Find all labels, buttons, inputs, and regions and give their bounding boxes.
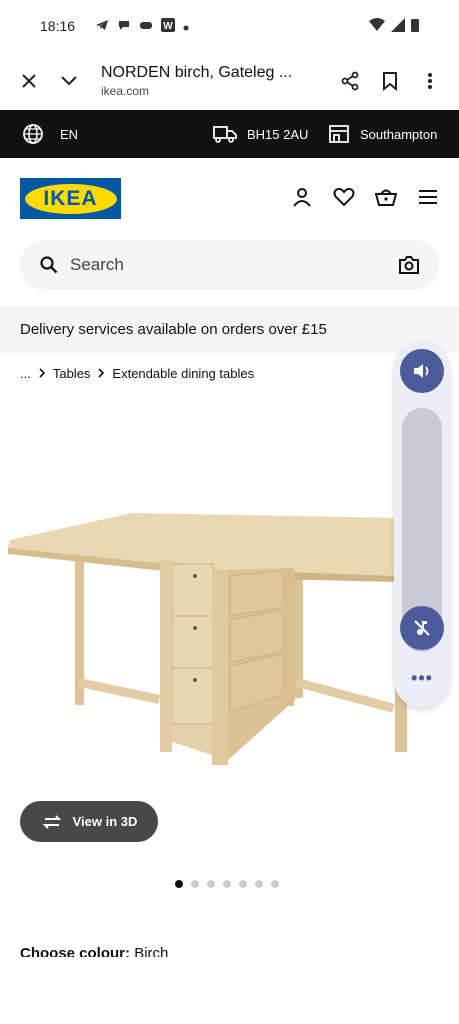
store-icon	[329, 125, 349, 143]
bookmark-button[interactable]	[370, 61, 410, 101]
carousel-dot[interactable]	[207, 880, 215, 888]
carousel-dot[interactable]	[255, 880, 263, 888]
volume-speaker-icon	[414, 364, 429, 378]
w-app-icon: W	[161, 17, 176, 35]
ikea-logo[interactable]: IKEA	[20, 178, 121, 219]
carousel-dot[interactable]	[175, 880, 183, 888]
globe-icon	[23, 124, 43, 144]
user-icon	[293, 188, 311, 207]
postcode-label: BH15 2AU	[247, 126, 309, 142]
favourites-button[interactable]	[333, 186, 355, 208]
basket-button[interactable]	[375, 186, 397, 208]
signal-icon	[391, 17, 405, 35]
heart-icon	[333, 187, 355, 207]
status-bar: 18:16 W	[0, 0, 459, 52]
close-tab-button[interactable]	[9, 61, 49, 101]
page-host: ikea.com	[101, 84, 150, 98]
colour-value: Birch	[134, 945, 169, 957]
breadcrumb-item-extendable[interactable]: Extendable dining tables	[112, 366, 254, 381]
status-time: 18:16	[40, 18, 76, 34]
menu-button[interactable]	[417, 186, 439, 208]
carousel-dot[interactable]	[239, 880, 247, 888]
minimize-button[interactable]	[49, 61, 89, 101]
carousel-dot[interactable]	[191, 880, 199, 888]
image-carousel-dots	[175, 880, 279, 888]
page-title: NORDEN birch, Gateleg ...	[101, 64, 293, 81]
hamburger-icon	[419, 190, 437, 204]
chevron-right-icon	[39, 366, 45, 381]
chevron-right-icon	[98, 366, 105, 381]
colour-label: Choose colour:	[20, 945, 131, 957]
ring-mode-button[interactable]	[400, 349, 444, 393]
battery-icon	[411, 18, 419, 35]
chevron-down-icon	[61, 76, 77, 86]
store-label: Southampton	[360, 126, 438, 142]
status-left: 18:16 W	[40, 17, 189, 35]
share-button[interactable]	[330, 61, 370, 101]
search-bar[interactable]: Search	[20, 240, 439, 290]
delivery-truck-icon	[213, 126, 237, 143]
account-button[interactable]	[291, 186, 313, 208]
browser-toolbar: NORDEN birch, Gateleg ... ikea.com	[0, 52, 459, 110]
choose-colour-row[interactable]: Choose colour: Birch	[20, 945, 320, 957]
more-vertical-icon	[428, 73, 432, 89]
breadcrumb-item-tables[interactable]: Tables	[53, 366, 91, 381]
game-icon	[139, 18, 153, 35]
share-icon	[341, 71, 359, 91]
view-in-3d-label: View in 3D	[72, 814, 138, 829]
breadcrumb-ellipsis[interactable]: ...	[20, 366, 31, 381]
chat-icon	[117, 18, 131, 35]
notification-dot-icon	[183, 18, 189, 34]
search-input[interactable]: Search	[70, 255, 399, 275]
postcode-selector[interactable]: BH15 2AU	[213, 125, 308, 143]
delivery-text: Delivery services available on orders ov…	[20, 321, 327, 338]
bookmark-icon	[383, 72, 397, 91]
logo-text: IKEA	[43, 186, 98, 210]
volume-more-options-icon[interactable]: •••	[394, 668, 450, 689]
top-strip: EN BH15 2AU Southampton	[0, 110, 459, 158]
status-right	[369, 17, 419, 35]
view-in-3d-button[interactable]: View in 3D	[20, 801, 158, 842]
logo-oval: IKEA	[24, 183, 117, 214]
product-image[interactable]	[0, 400, 459, 790]
gateleg-table-illustration	[8, 513, 407, 765]
language-selector[interactable]: EN	[22, 123, 78, 145]
telegram-icon	[95, 18, 109, 35]
media-mute-button[interactable]	[400, 606, 444, 650]
volume-panel: •••	[394, 342, 450, 708]
close-icon	[22, 74, 36, 88]
url-block[interactable]: NORDEN birch, Gateleg ... ikea.com	[101, 64, 330, 98]
carousel-dot[interactable]	[223, 880, 231, 888]
delivery-banner[interactable]: Delivery services available on orders ov…	[0, 306, 459, 353]
site-header: IKEA	[0, 158, 459, 238]
breadcrumb: ... Tables Extendable dining tables	[20, 366, 254, 381]
wifi-icon	[369, 17, 385, 35]
svg-text:W: W	[163, 21, 173, 32]
carousel-dot[interactable]	[271, 880, 279, 888]
language-label: EN	[60, 126, 79, 142]
rotate-3d-icon	[42, 814, 62, 829]
search-icon	[40, 256, 58, 274]
store-selector[interactable]: Southampton	[328, 124, 437, 144]
more-menu-button[interactable]	[410, 61, 450, 101]
camera-icon[interactable]	[399, 256, 419, 274]
header-icons	[291, 186, 439, 208]
music-note-muted-icon	[414, 620, 430, 636]
basket-icon	[375, 189, 397, 206]
